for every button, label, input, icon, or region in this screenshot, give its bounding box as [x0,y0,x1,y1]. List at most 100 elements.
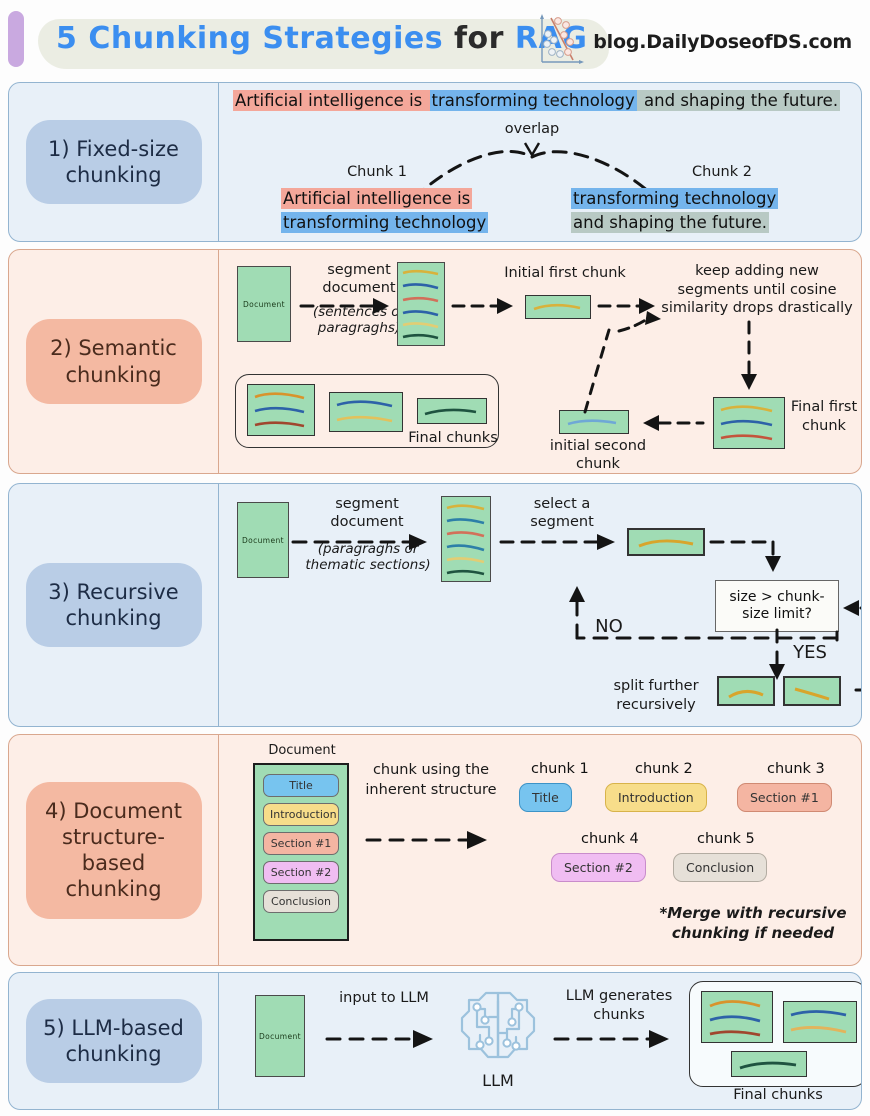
llm-generates-label: LLM generates chunks [565,988,673,1023]
chunk2-line-2: and shaping the future. [571,211,770,233]
segment-caption-line2: document [330,513,404,530]
chunk-1-pill: Title [519,783,572,812]
page-title-text: 5 Chunking Strategies for RAG [56,21,587,56]
doc-pill-section-2: Section #2 [263,861,339,884]
input-to-llm-label: input to LLM [339,990,429,1006]
chunk-2-label: chunk 2 [635,761,693,777]
chunk-3-pill: Section #1 [737,783,832,812]
llm-final-chunk-1 [701,991,773,1043]
final-chunk-3 [417,398,487,424]
chunk-5-pill: Conclusion [673,853,768,882]
selected-segment-box [627,528,705,556]
initial-second-chunk-label: initial second chunk [549,438,647,472]
structure-arrow [365,831,487,849]
section-recursive: 3) Recursive chunking Document segment d… [8,483,862,727]
chunk2-content: transforming technology and shaping the … [571,187,779,234]
chunk2-line-1: transforming technology [571,188,779,209]
split-chunk-1 [717,676,775,706]
split-chunk-2 [783,676,841,706]
chunk-5-label: chunk 5 [697,831,755,847]
segment-lines [446,504,485,576]
segment-caption: segment document [307,496,427,531]
chunk-1-label: chunk 1 [531,761,589,777]
chunk2-label: Chunk 2 [692,164,752,180]
sentence-part-gray: and shaping the future. [636,90,841,111]
section-label-fixed-size: 1) Fixed-size chunking [9,83,219,241]
recursive-return-path [843,600,861,692]
section-chip-label: 1) Fixed-size chunking [25,119,202,205]
yes-label: YES [793,642,827,663]
page-title: 5 Chunking Strategies for RAG [38,15,610,69]
final-chunks-label: Final chunks [408,430,498,446]
structured-document-box: Title Introduction Section #1 Section #2… [253,763,349,941]
segments-box [397,262,445,346]
chunk-4-pill: Section #2 [551,853,646,882]
brand-url: blog.DailyDoseofDS.com [593,31,852,53]
document-caption: Document [268,743,336,758]
segment-caption-line1: segment [327,262,391,278]
llm-label: LLM [482,1071,514,1090]
section-label-llm-based: 5) LLM-based chunking [9,973,219,1109]
split-further-label: split further recursively [613,678,699,713]
chunk1-label: Chunk 1 [347,164,407,180]
brand-block: blog.DailyDoseofDS.com [537,12,852,72]
section-label-semantic: 2) Semantic chunking [9,250,219,473]
title-part-2: for [443,20,515,56]
section-document-structure: 4) Document structure-based chunking Doc… [8,734,862,966]
final-first-chunk-label: Final first chunk [790,399,858,434]
doc-pill-conclusion: Conclusion [263,890,339,913]
final-first-chunk-box [713,397,785,449]
initial-first-chunk-box [525,295,591,319]
chunk-2-pill: Introduction [605,783,707,812]
loop-up-arrow [617,311,661,333]
select-segment-label: select a segment [530,496,594,530]
segment-caption-line2: document [322,279,396,296]
source-sentence: Artificial intelligence is transforming … [233,90,841,111]
doc-pill-section-1: Section #1 [263,832,339,855]
final-chunks-label: Final chunks [733,1087,823,1103]
section-fixed-size: 1) Fixed-size chunking Artificial intell… [8,82,862,242]
document-box: Document [237,502,289,578]
section-body-fixed-size: Artificial intelligence is transforming … [219,83,861,241]
chunk1-content: Artificial intelligence is transforming … [281,187,489,234]
segments-box [441,496,491,582]
title-part-1: 5 Chunking Strategies [56,20,444,56]
chunk-3-label: chunk 3 [767,761,825,777]
section-body-llm-based: Document input to LLM LLM LLM generates … [219,973,861,1109]
section-chip-label: 2) Semantic chunking [25,319,202,404]
circuit-brain-icon [455,987,541,1073]
doc-pill-introduction: Introduction [263,803,339,826]
section-chip-label: 3) Recursive chunking [25,562,202,648]
section-body-semantic: Document segment document (sentences or … [219,250,861,473]
section-label-document-structure: 4) Document structure-based chunking [9,735,219,965]
section-chip-label: 5) LLM-based chunking [25,998,202,1084]
page-header: 5 Chunking Strategies for RAG [0,0,870,78]
keep-adding-note: keep adding new segments until cosine si… [661,263,853,317]
final-chunk-1 [247,384,315,436]
sentence-part-red: Artificial intelligence is [233,90,430,111]
chunk-4-label: chunk 4 [581,831,639,847]
section-semantic: 2) Semantic chunking Document segment do… [8,249,862,474]
final-chunk-2 [329,392,403,432]
section-label-recursive: 3) Recursive chunking [9,484,219,726]
initial-first-chunk-label: Initial first chunk [504,265,626,281]
section-body-recursive: Document segment document (paragraghs or… [219,484,861,726]
to-second-chunk-arrow [643,415,705,431]
section-llm-based: 5) LLM-based chunking Document input to … [8,972,862,1110]
chunk1-line-2: transforming technology [281,211,489,233]
select-segment-arrow [499,534,615,550]
down-arrow-to-final [741,320,757,390]
chunk1-line-1: Artificial intelligence is [281,188,473,209]
structure-arrow-caption: chunk using the inherent structure [365,762,497,798]
sentence-part-blue: transforming technology [429,90,637,111]
section-chip-label: 4) Document structure-based chunking [25,781,202,919]
segment-arrow [291,534,427,550]
second-chunk-feedback-arrow [583,328,611,414]
segment-caption-line1: segment [335,496,399,512]
llm-final-chunk-3 [731,1051,807,1077]
input-arrow [325,1030,433,1048]
merge-footnote: *Merge with recursive chunking if needed [659,904,847,943]
llm-final-chunk-2 [783,1001,857,1043]
doc-pill-title: Title [263,774,339,797]
to-decision-arrow [709,540,781,572]
